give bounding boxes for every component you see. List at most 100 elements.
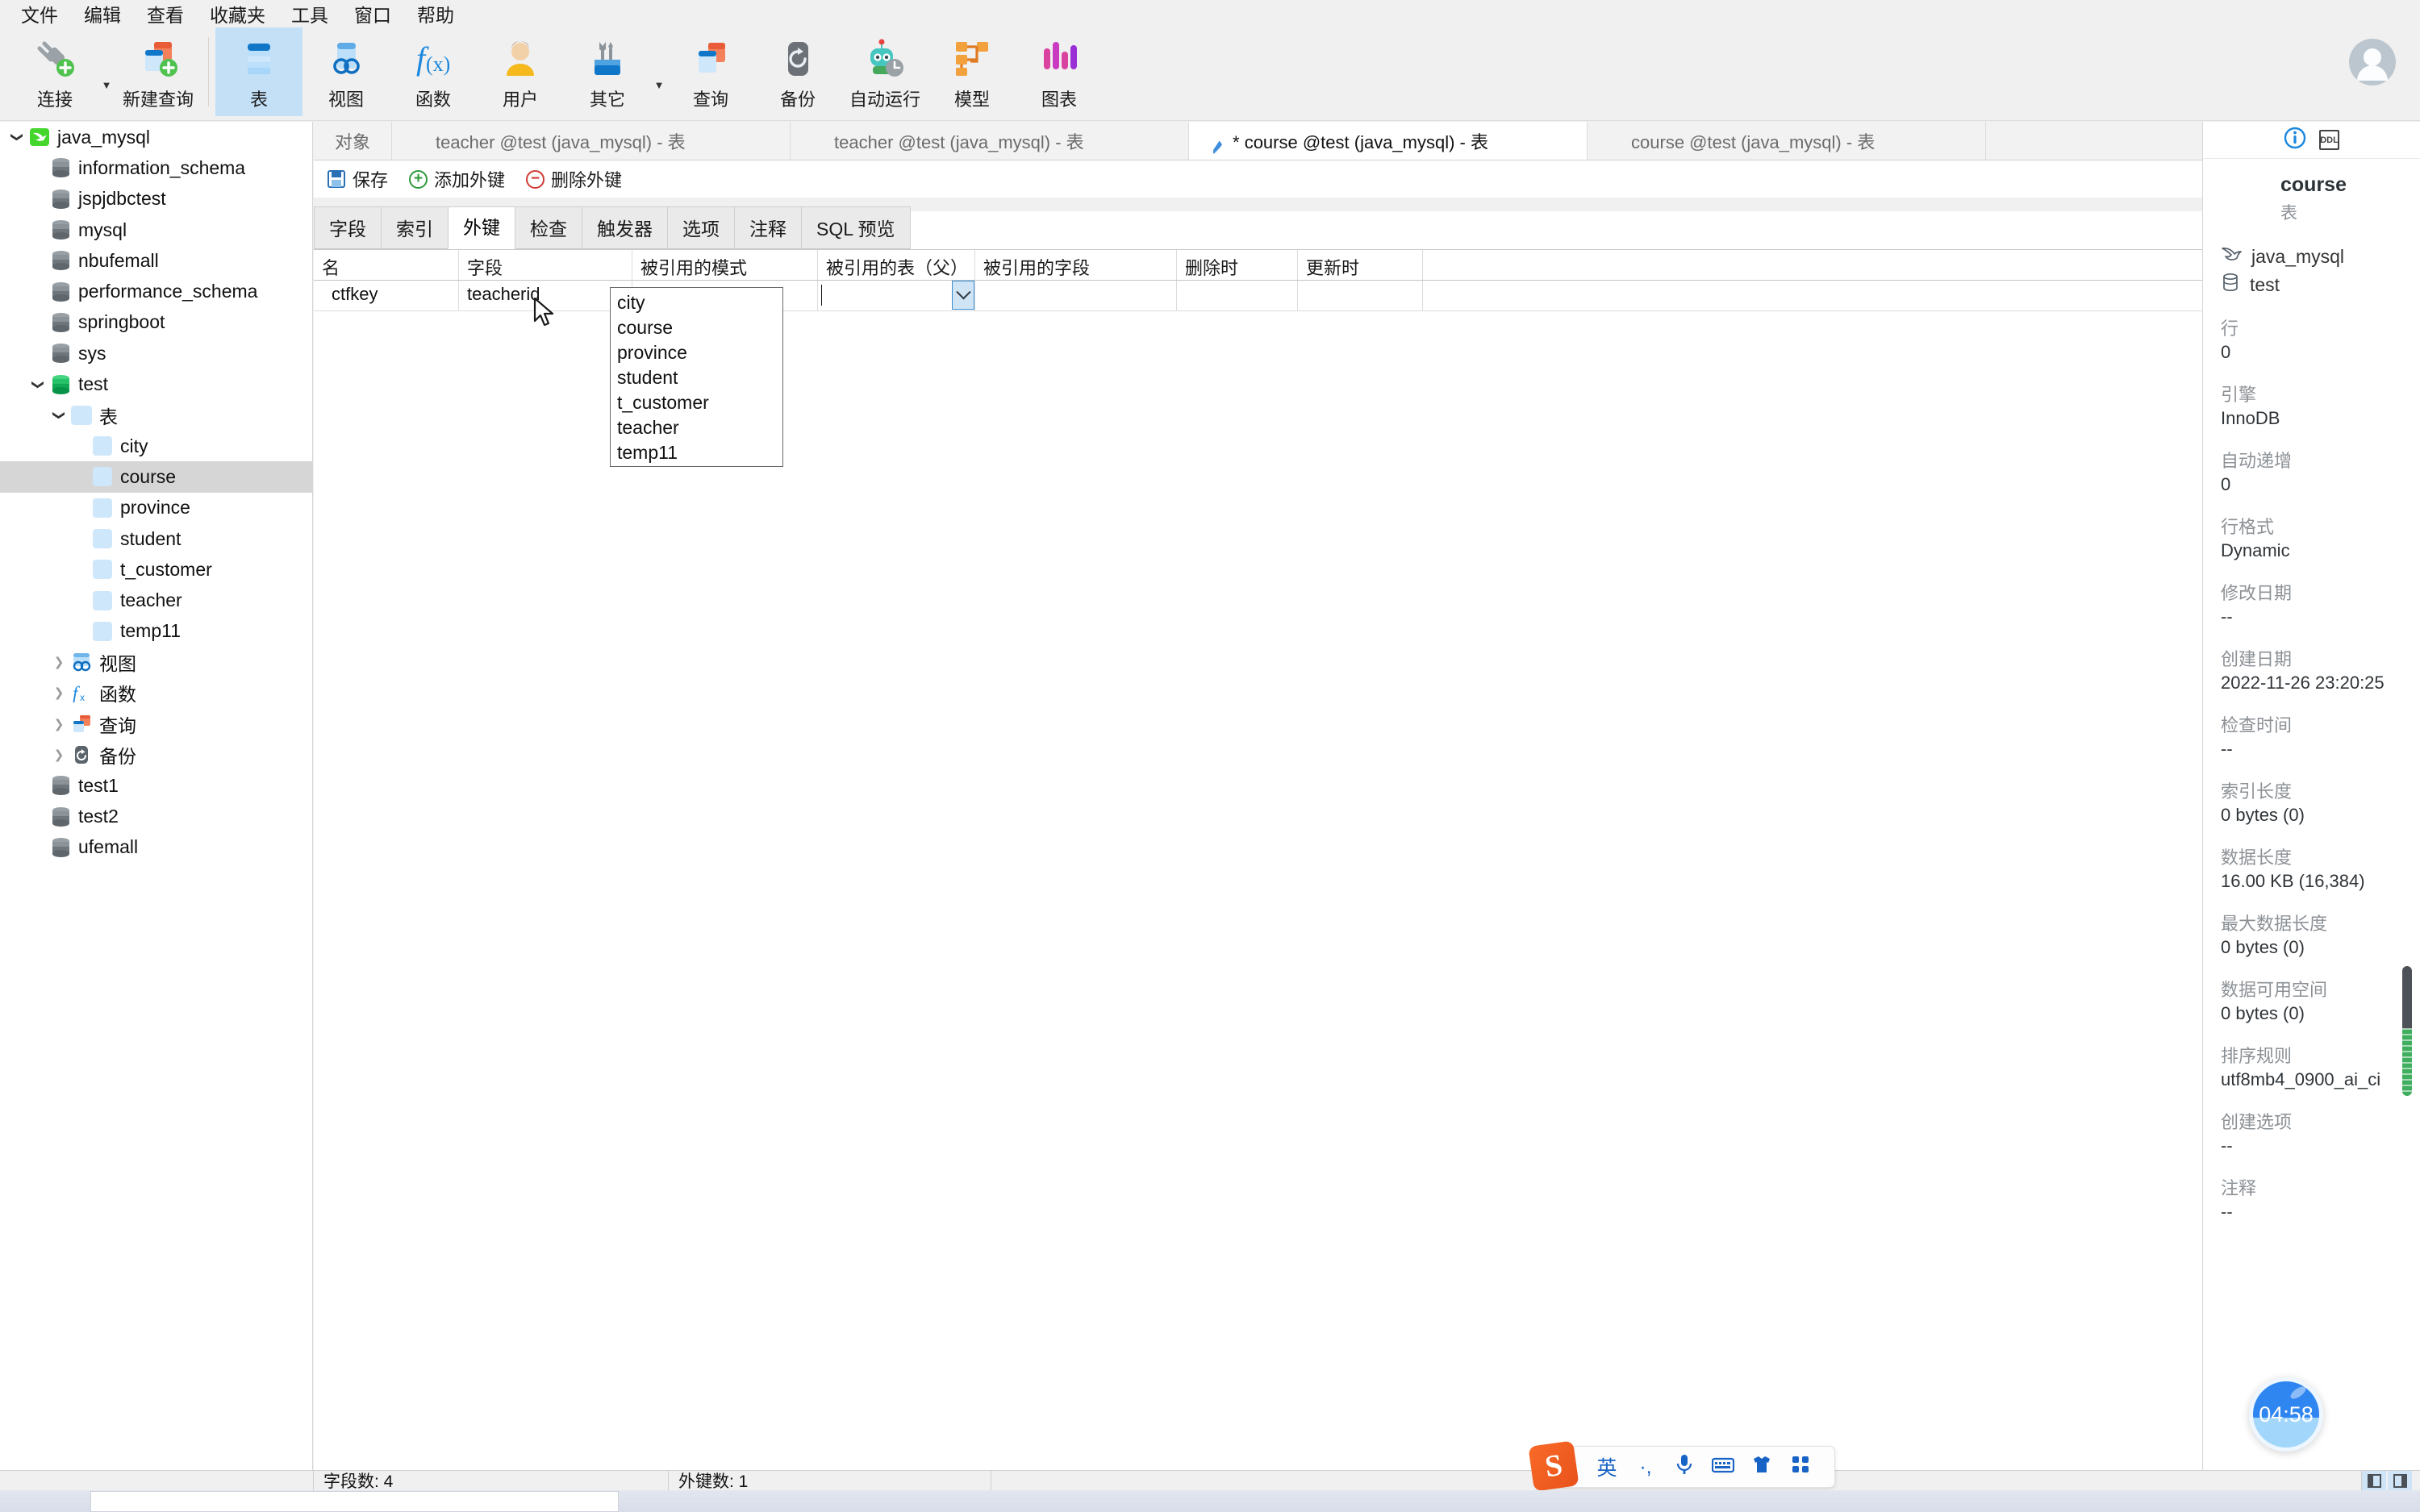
tree-node-jspjdbctest[interactable]: jspjdbctest xyxy=(0,184,312,215)
tab-foreign-keys[interactable]: 外键 xyxy=(448,206,515,249)
ime-mode-toggle[interactable]: 英 xyxy=(1588,1452,1626,1481)
dropdown-option-province[interactable]: province xyxy=(611,339,782,364)
tree-node-nbufemall[interactable]: nbufemall xyxy=(0,245,312,276)
chevron-right-icon[interactable] xyxy=(48,748,69,762)
tab-comment[interactable]: 注释 xyxy=(734,206,802,249)
tree-node-ufemall[interactable]: ufemall xyxy=(0,832,312,863)
chevron-down-icon[interactable] xyxy=(27,377,48,392)
save-button[interactable]: 保存 xyxy=(327,166,388,192)
menu-item-tools[interactable]: 工具 xyxy=(278,0,341,30)
avatar[interactable] xyxy=(2347,37,2397,87)
chevron-down-icon[interactable] xyxy=(6,130,27,144)
chevron-down-icon[interactable] xyxy=(952,281,974,310)
tab-teacher-2[interactable]: teacher @test (java_mysql) - 表 xyxy=(791,122,1190,160)
dropdown-option-temp11[interactable]: temp11 xyxy=(611,439,782,464)
tree-node-t_customer[interactable]: t_customer xyxy=(0,554,312,585)
tree-node-java_mysql[interactable]: java_mysql xyxy=(0,122,312,152)
tree-node-mysql[interactable]: mysql xyxy=(0,215,312,245)
menu-item-view[interactable]: 查看 xyxy=(134,0,197,30)
tab-fields[interactable]: 字段 xyxy=(314,206,382,249)
tree-node-province[interactable]: province xyxy=(0,493,312,523)
tree-node-[interactable]: 表 xyxy=(0,400,312,431)
table-row[interactable]: ctfkey teacherid test xyxy=(314,281,2202,311)
column-header-field[interactable]: 字段 xyxy=(459,250,632,280)
column-header-ref-field[interactable]: 被引用的字段 xyxy=(975,250,1177,280)
tree-node-[interactable]: 备份 xyxy=(0,739,312,770)
toolbar-view-button[interactable]: 视图 xyxy=(302,27,390,116)
sogou-logo-icon[interactable]: S xyxy=(1528,1440,1579,1492)
menu-item-window[interactable]: 窗口 xyxy=(341,0,404,30)
add-foreign-key-button[interactable]: + 添加外键 xyxy=(409,166,505,192)
apps-grid-icon[interactable] xyxy=(1781,1456,1820,1479)
mic-icon[interactable] xyxy=(1665,1454,1704,1481)
cell-name[interactable]: ctfkey xyxy=(314,281,459,310)
toolbar-backup-button[interactable]: 备份 xyxy=(754,27,841,116)
dropdown-option-student[interactable]: student xyxy=(611,364,782,389)
keyboard-icon[interactable] xyxy=(1704,1456,1742,1479)
cell-on-update[interactable] xyxy=(1298,281,1423,310)
toolbar-chart-button[interactable]: 图表 xyxy=(1016,27,1103,116)
taskbar-search-box[interactable] xyxy=(90,1491,619,1512)
floating-timer-widget[interactable]: 04:58 xyxy=(2249,1377,2323,1452)
tab-objects[interactable]: 对象 xyxy=(314,122,393,160)
column-header-on-update[interactable]: 更新时 xyxy=(1298,250,1423,280)
tab-checks[interactable]: 检查 xyxy=(515,206,582,249)
connection-dropdown-caret-icon[interactable]: ▼ xyxy=(98,30,115,119)
other-dropdown-caret-icon[interactable]: ▼ xyxy=(651,30,667,119)
tab-options[interactable]: 选项 xyxy=(667,206,735,249)
ref-table-dropdown-list[interactable]: city course province student t_customer … xyxy=(610,287,783,467)
skin-shirt-icon[interactable] xyxy=(1742,1456,1781,1479)
ime-punctuation-toggle[interactable]: ·, xyxy=(1626,1456,1665,1479)
toolbar-table-button[interactable]: 表 xyxy=(215,27,302,116)
column-header-on-delete[interactable]: 删除时 xyxy=(1177,250,1298,280)
toolbar-model-button[interactable]: 模型 xyxy=(928,27,1016,116)
menu-item-favorites[interactable]: 收藏夹 xyxy=(197,0,278,30)
tree-node-information_schema[interactable]: information_schema xyxy=(0,152,312,183)
navigation-sidebar[interactable]: java_mysql information_schema jspjdbctest m… xyxy=(0,122,313,1470)
menu-item-file[interactable]: 文件 xyxy=(8,0,71,30)
tree-node-[interactable]: 视图 xyxy=(0,647,312,677)
tree-node-[interactable]: 查询 xyxy=(0,709,312,739)
tree-node-test2[interactable]: test2 xyxy=(0,802,312,832)
chevron-down-icon[interactable] xyxy=(48,408,69,423)
toolbar-function-button[interactable]: f (x) 函数 xyxy=(390,27,477,116)
delete-foreign-key-button[interactable]: − 删除外键 xyxy=(526,166,622,192)
dropdown-option-city[interactable]: city xyxy=(611,289,782,314)
cell-field[interactable]: teacherid xyxy=(459,281,632,310)
toolbar-other-button[interactable]: 其它 xyxy=(564,27,651,116)
foreign-keys-grid[interactable]: 名 字段 被引用的模式 被引用的表（父） 被引用的字段 删除时 更新时 ctfk… xyxy=(314,250,2202,1470)
dropdown-option-course[interactable]: course xyxy=(611,314,782,339)
chevron-right-icon[interactable] xyxy=(48,717,69,731)
tree-node-springboot[interactable]: springboot xyxy=(0,307,312,338)
tab-sql-preview[interactable]: SQL 预览 xyxy=(801,206,911,249)
windows-taskbar[interactable] xyxy=(0,1490,2420,1512)
tab-teacher-1[interactable]: teacher @test (java_mysql) - 表 xyxy=(392,122,791,160)
toolbar-connection-button[interactable]: 连接 xyxy=(11,27,98,116)
tree-node-student[interactable]: student xyxy=(0,523,312,554)
object-info-panel[interactable]: DDL course 表 java_mysql test 行 0 引擎 Inno… xyxy=(2202,122,2420,1470)
tree-node-performance_schema[interactable]: performance_schema xyxy=(0,276,312,306)
info-circle-icon[interactable] xyxy=(2284,127,2306,153)
tree-node-temp11[interactable]: temp11 xyxy=(0,616,312,647)
tree-node-test[interactable]: test xyxy=(0,369,312,399)
left-panel-toggle-button[interactable] xyxy=(2362,1471,2386,1490)
cell-on-delete[interactable] xyxy=(1177,281,1298,310)
menu-item-edit[interactable]: 编辑 xyxy=(71,0,134,30)
tree-node-course[interactable]: course xyxy=(0,461,312,493)
right-panel-toggle-button[interactable] xyxy=(2388,1471,2412,1490)
column-header-ref-schema[interactable]: 被引用的模式 xyxy=(632,250,818,280)
toolbar-automation-button[interactable]: 自动运行 xyxy=(841,27,928,116)
chevron-right-icon[interactable] xyxy=(48,655,69,669)
dropdown-option-teacher[interactable]: teacher xyxy=(611,414,782,439)
toolbar-new-query-button[interactable]: 新建查询 xyxy=(115,27,202,116)
info-panel-scrollbar[interactable] xyxy=(2401,964,2414,1098)
chevron-right-icon[interactable] xyxy=(48,685,69,700)
toolbar-query-button[interactable]: 查询 xyxy=(667,27,754,116)
column-header-name[interactable]: 名 xyxy=(314,250,459,280)
tree-node-test1[interactable]: test1 xyxy=(0,770,312,801)
dropdown-option-t-customer[interactable]: t_customer xyxy=(611,389,782,414)
cell-ref-table-editor[interactable] xyxy=(818,281,975,310)
tree-node-[interactable]: fx函数 xyxy=(0,677,312,708)
ddl-icon[interactable]: DDL xyxy=(2319,130,2339,150)
tree-node-teacher[interactable]: teacher xyxy=(0,585,312,615)
